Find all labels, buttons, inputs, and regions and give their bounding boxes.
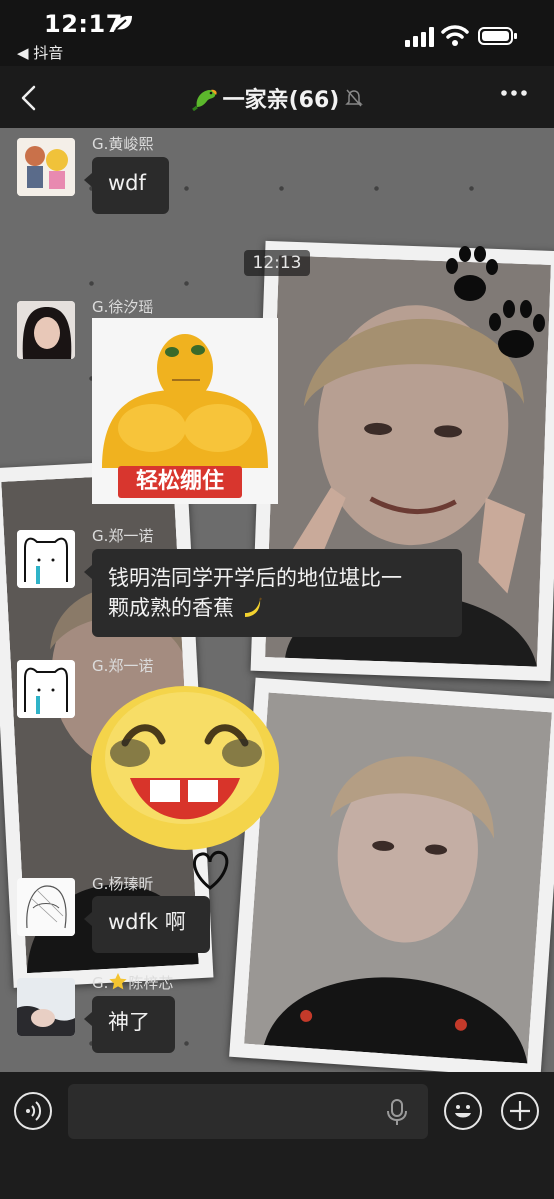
sender-name-text: 陈梓芯: [128, 974, 174, 992]
sender-name: G.杨瑧昕: [92, 875, 154, 893]
muscle-frog-sticker[interactable]: 轻松绷住: [92, 318, 278, 504]
mute-bell-icon: [345, 89, 364, 107]
voice-input-button[interactable]: [14, 1092, 52, 1130]
sender-name: G. 陈梓芯: [92, 972, 173, 993]
message-text-line: 颗成熟的香蕉: [108, 596, 234, 620]
avatar[interactable]: [17, 978, 75, 1036]
banana-icon: [244, 597, 262, 617]
message-input[interactable]: [68, 1084, 428, 1139]
avatar[interactable]: [17, 878, 75, 936]
sender-name: G.黄峻熙: [92, 135, 154, 153]
message-bubble[interactable]: wdfk 啊: [84, 896, 210, 953]
emoji-button[interactable]: [444, 1092, 482, 1130]
sticker-caption: 轻松绷住: [118, 466, 242, 498]
sender-name: G.郑一诺: [92, 657, 154, 675]
plus-icon: [510, 1101, 530, 1121]
battery-icon: [478, 27, 517, 45]
message-input-bar: [0, 1072, 554, 1199]
message-timestamp: 12:13: [244, 250, 310, 276]
more-actions-button[interactable]: [501, 1092, 539, 1130]
avatar[interactable]: [17, 301, 75, 359]
star-icon: [109, 973, 128, 990]
message-bubble[interactable]: 钱明浩同学开学后的地位堪比一 颗成熟的香蕉: [84, 549, 462, 637]
leaf-icon: [114, 15, 132, 30]
message-text-line: 钱明浩同学开学后的地位堪比一: [108, 566, 402, 590]
back-to-app-link[interactable]: ◀ 抖音: [17, 42, 63, 63]
chat-area[interactable]: 12:13 G.黄峻熙 wdf G.徐汐瑶 轻松绷住 G.郑一诺 钱明浩同学开学…: [0, 128, 554, 1072]
sender-name: G.徐汐瑶: [92, 298, 154, 316]
paw-print-icon: [489, 300, 545, 358]
parrot-icon: [191, 89, 217, 111]
avatar[interactable]: [17, 660, 75, 718]
avatar[interactable]: [17, 530, 75, 588]
chat-header: 一家亲(66): [0, 66, 554, 128]
cellular-signal-icon: [405, 27, 434, 47]
more-options-icon[interactable]: [500, 88, 528, 98]
avatar[interactable]: [17, 138, 75, 196]
group-name: 一家亲(66): [222, 88, 340, 113]
message-bubble[interactable]: 神了: [84, 996, 175, 1053]
sender-prefix: G.: [92, 974, 109, 992]
smiley-icon: [455, 1105, 471, 1118]
wifi-icon: [441, 25, 469, 46]
microphone-icon[interactable]: [385, 1098, 409, 1126]
chat-title: 一家亲(66): [0, 82, 554, 114]
voice-wave-icon: [26, 1101, 42, 1121]
laughing-face-sticker[interactable]: [90, 683, 280, 853]
status-bar: 12:17 ◀ 抖音: [0, 0, 554, 66]
sender-name: G.郑一诺: [92, 527, 154, 545]
message-bubble[interactable]: wdf: [84, 157, 169, 214]
heart-doodle-icon: [193, 850, 229, 890]
